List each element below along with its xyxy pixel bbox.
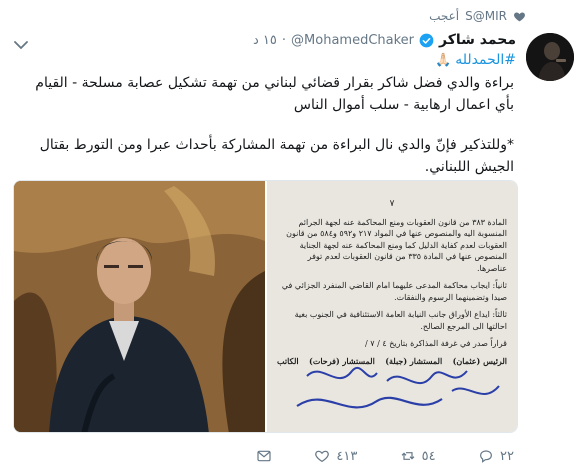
- tweet-time[interactable]: ١٥ د: [253, 33, 277, 48]
- photo-man-on-throne[interactable]: [14, 181, 265, 432]
- separator-dot: ·: [281, 32, 287, 48]
- doc-page-number: ٧: [389, 199, 395, 209]
- doc-paragraph: ثالثاً: ايداع الأوراق جانب النيابة العام…: [294, 310, 507, 331]
- tweet-text: براءة والدي فضل شاكر بقرار قضائي لبناني …: [14, 72, 514, 178]
- reply-icon: [480, 450, 492, 463]
- hashtag-link[interactable]: #الحمدلله: [455, 52, 516, 68]
- doc-signature-label: الرئيس (عثمان): [452, 355, 507, 366]
- doc-paragraph: قراراً صدر في غرفة المذاكرة بتاريخ ٤ / ٧…: [365, 339, 507, 348]
- hashtag-line: #الحمدلله 🙏🏻: [435, 52, 516, 68]
- like-icon: [315, 450, 330, 463]
- context-user[interactable]: S@MIR: [465, 9, 507, 23]
- reply-count: ٢٢: [500, 448, 514, 464]
- doc-paragraph: المادة ٣٨٣ من قانون العقوبات ومنع المحاك…: [286, 217, 507, 273]
- dm-icon: [257, 450, 271, 462]
- pray-emoji: 🙏🏻: [435, 52, 452, 68]
- tweet-actions: ٤١٣ ٥٤ ٢٢: [256, 447, 514, 465]
- court-document-image[interactable]: ٧ المادة ٣٨٣ من قانون العقوبات ومنع المح…: [267, 181, 517, 432]
- tweet-media[interactable]: ٧ المادة ٣٨٣ من قانون العقوبات ومنع المح…: [13, 180, 518, 433]
- tweet-text-paragraph: *وللتذكير فإنّ والدي نال البراءة من تهمة…: [39, 137, 514, 175]
- tweet-header: محمد شاكر @MohamedChaker · ١٥ د: [253, 32, 516, 48]
- retweet-button[interactable]: ٥٤: [400, 448, 436, 464]
- verified-badge-icon: [419, 33, 434, 47]
- author-handle[interactable]: @MohamedChaker: [291, 33, 414, 48]
- retweet-icon: [401, 452, 415, 460]
- doc-signature-label: المستشار (جبلة): [385, 355, 443, 366]
- tweet-text-paragraph: براءة والدي فضل شاكر بقرار قضائي لبناني …: [35, 75, 514, 113]
- social-context: S@MIR أعجب: [429, 9, 526, 23]
- heart-icon: [514, 11, 525, 21]
- author-name[interactable]: محمد شاكر: [439, 32, 516, 48]
- reply-button[interactable]: ٢٢: [478, 448, 514, 464]
- retweet-count: ٥٤: [421, 448, 436, 464]
- doc-signature-label: المستشار (فرحات): [309, 355, 375, 366]
- context-action: أعجب: [429, 9, 460, 23]
- dm-button[interactable]: [256, 448, 272, 464]
- like-button[interactable]: ٤١٣: [314, 448, 357, 464]
- doc-signature-row: الرئيس (عثمان) المستشار (جبلة) المستشار …: [277, 356, 507, 368]
- chevron-down-icon[interactable]: [14, 40, 28, 50]
- doc-paragraph: ثانياً: ايجاب محاكمة المدعى عليهما امام …: [281, 281, 507, 302]
- avatar[interactable]: [526, 33, 574, 81]
- doc-signature-label: الكاتب: [277, 355, 299, 366]
- like-count: ٤١٣: [336, 448, 358, 464]
